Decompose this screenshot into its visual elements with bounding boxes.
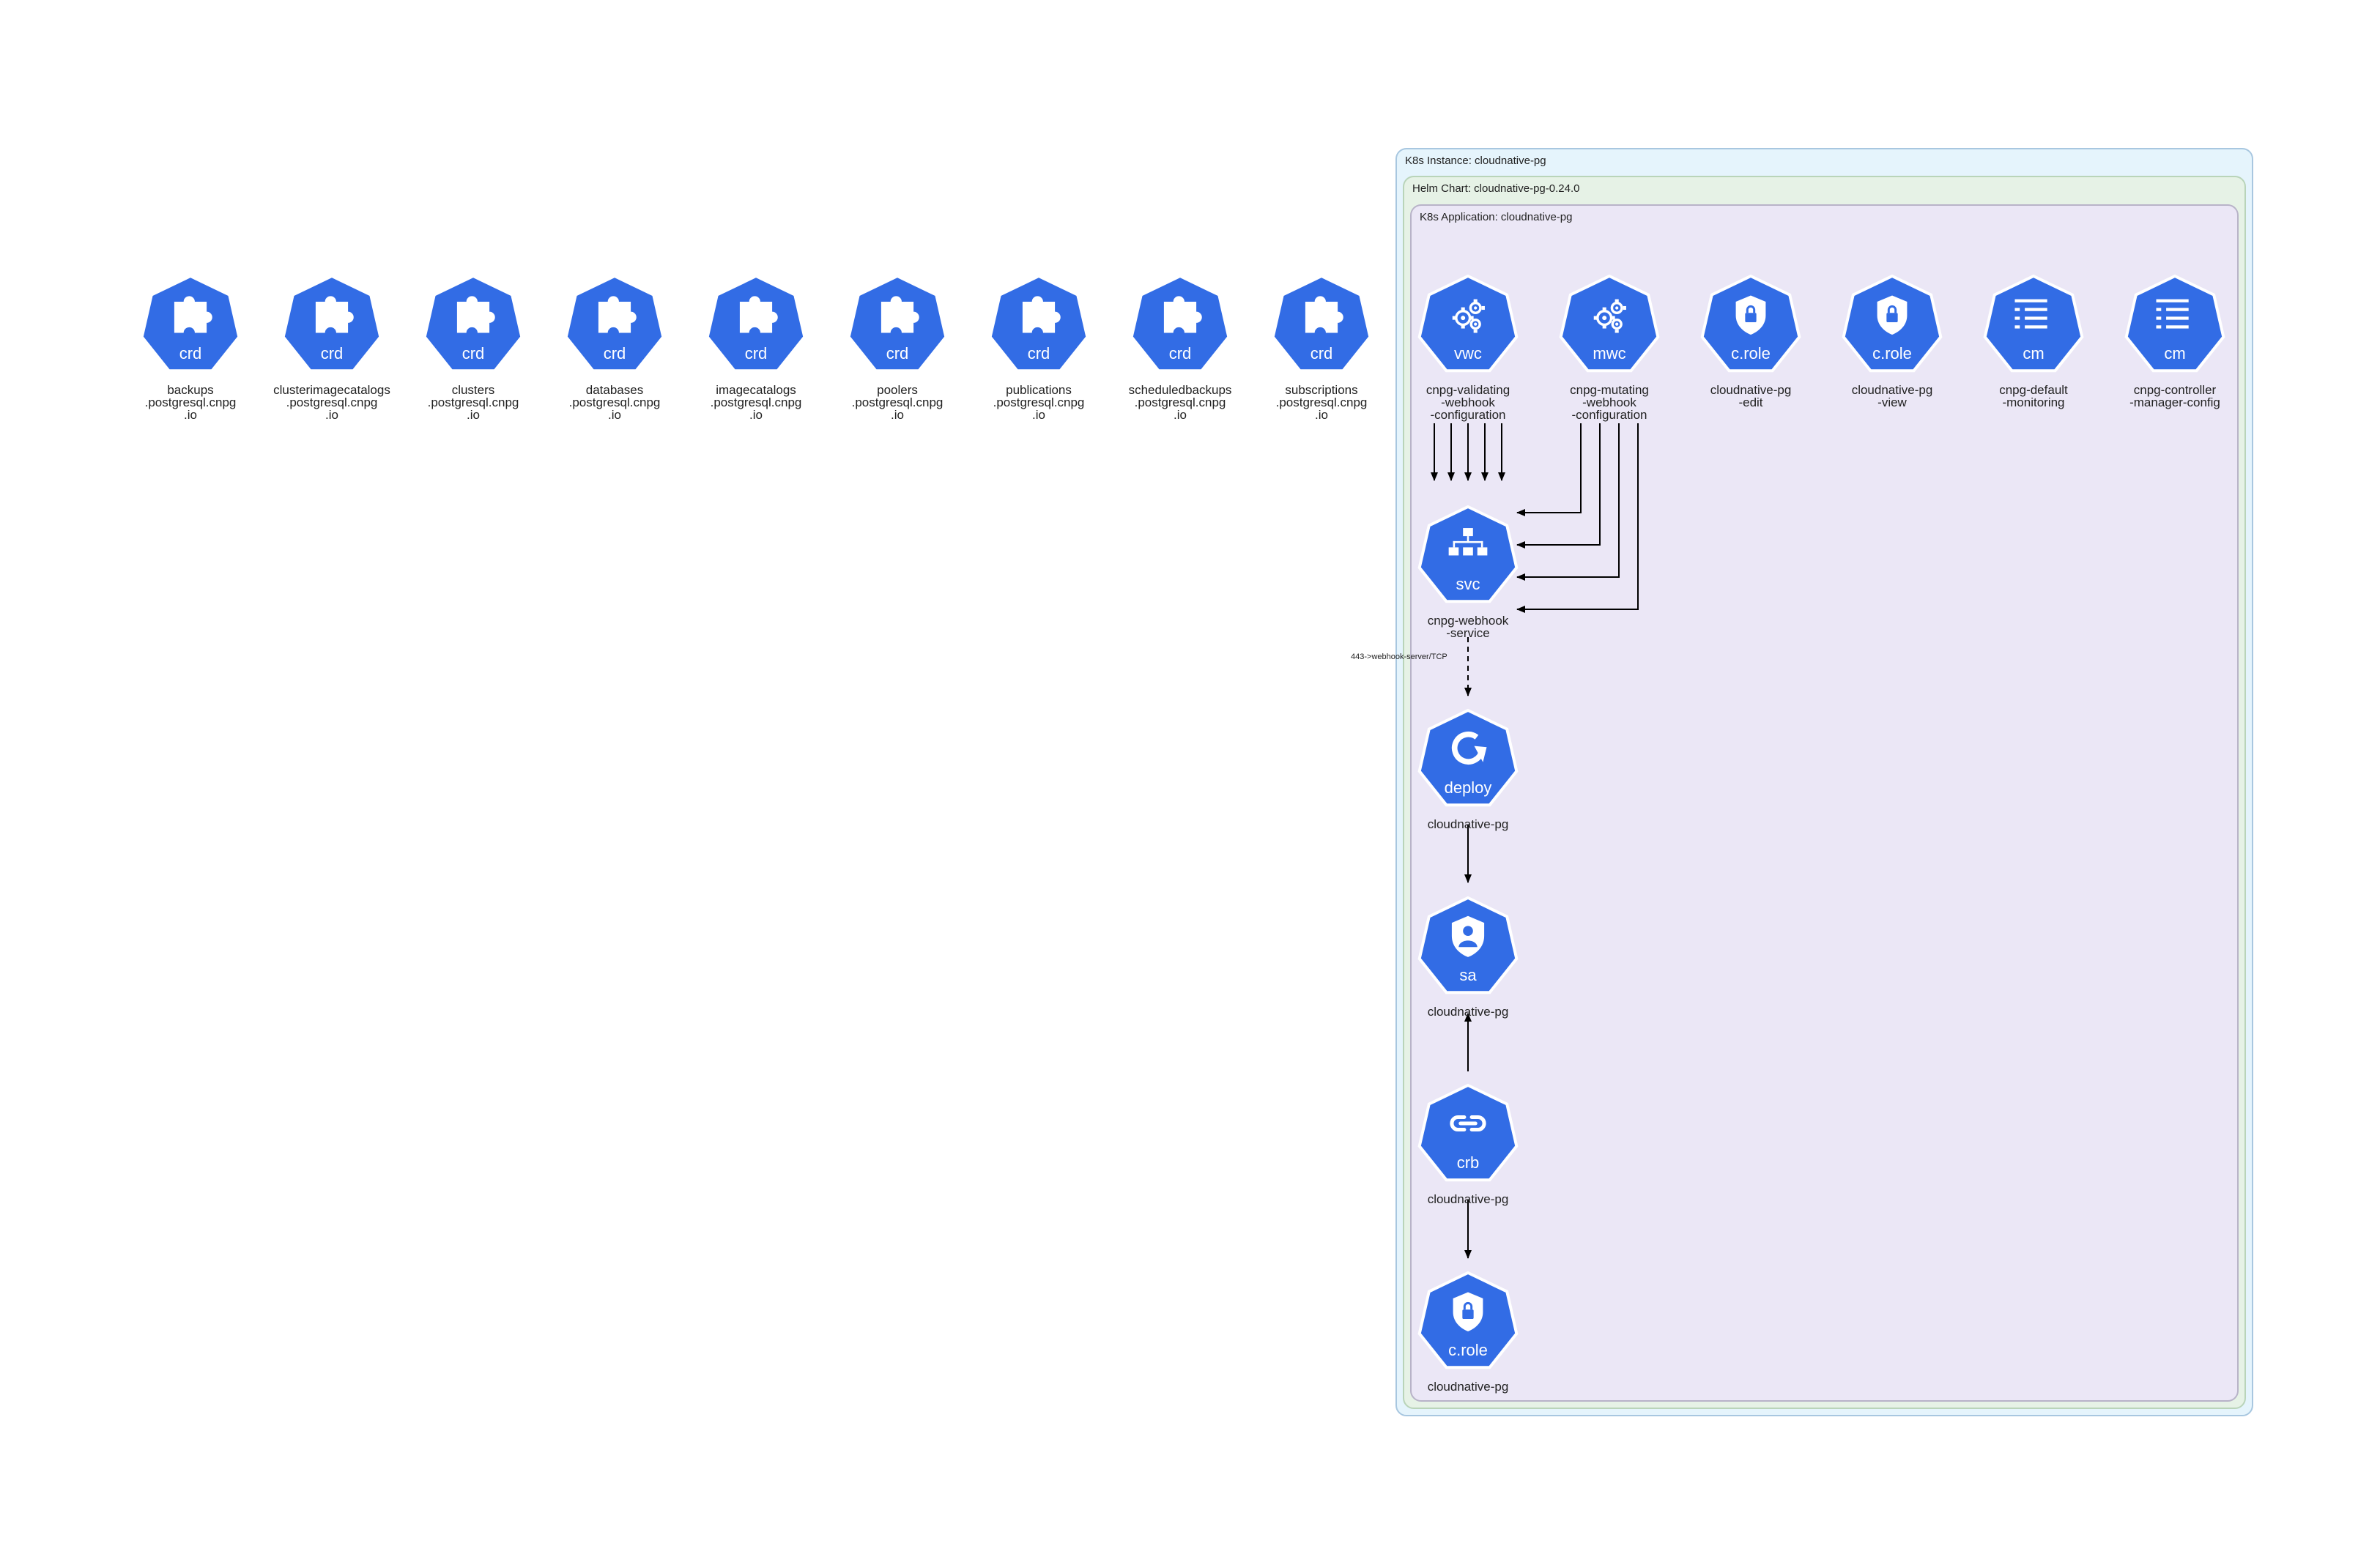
crd-node: crddatabases.postgresql.cnpg.io bbox=[564, 274, 665, 422]
configmap-monitoring-node: cmcnpg-default-monitoring bbox=[1983, 274, 2084, 409]
clusterrolebinding-node-caption-line: cloudnative-pg bbox=[1428, 1192, 1509, 1206]
crd-node-caption-line: .io bbox=[608, 408, 621, 422]
crd-node: crdclusterimagecatalogs.postgresql.cnpg.… bbox=[273, 274, 390, 422]
crd-node-caption-line: .io bbox=[891, 408, 904, 422]
crd-node-kind: crd bbox=[321, 344, 344, 363]
crd-node-caption-line: .io bbox=[325, 408, 338, 422]
crd-node-caption-line: .io bbox=[1315, 408, 1328, 422]
serviceaccount-node-caption-line: cloudnative-pg bbox=[1428, 1005, 1509, 1019]
crd-node-kind: crd bbox=[1028, 344, 1050, 363]
clusterrole-edit-node: c.rolecloudnative-pg-edit bbox=[1700, 274, 1801, 409]
crd-node-kind: crd bbox=[1169, 344, 1192, 363]
cluster-k8s-application: K8s Application: cloudnative-pg bbox=[1410, 204, 2239, 1402]
configmap-monitoring-node-kind: cm bbox=[2023, 344, 2044, 363]
cluster-k8s-application-label: K8s Application: cloudnative-pg bbox=[1420, 211, 1572, 223]
crd-node-kind: crd bbox=[1311, 344, 1333, 363]
configmap-manager-node: cmcnpg-controller-manager-config bbox=[2124, 274, 2225, 409]
crd-node-kind: crd bbox=[745, 344, 768, 363]
crd-node-kind: crd bbox=[462, 344, 485, 363]
crd-node: crdclusters.postgresql.cnpg.io bbox=[423, 274, 524, 422]
configmap-monitoring-node-caption-line: -monitoring bbox=[2002, 395, 2064, 409]
architecture-diagram: K8s Instance: cloudnative-pg Helm Chart:… bbox=[140, 148, 2253, 1416]
crd-node: crdbackups.postgresql.cnpg.io bbox=[140, 274, 241, 422]
clusterrole-node-kind: c.role bbox=[1448, 1341, 1488, 1359]
crd-node-caption-line: .io bbox=[467, 408, 480, 422]
crd-node-kind: crd bbox=[886, 344, 909, 363]
webhook-service-node: svccnpg-webhook-service bbox=[1417, 505, 1519, 640]
crd-node: crdsubscriptions.postgresql.cnpg.io bbox=[1271, 274, 1372, 422]
clusterrole-view-node: c.rolecloudnative-pg-view bbox=[1842, 274, 1943, 409]
clusterrole-view-node-caption-line: -view bbox=[1877, 395, 1907, 409]
clusterrole-edit-node-caption-line: -edit bbox=[1738, 395, 1762, 409]
mutating-webhook-node-caption-line: -configuration bbox=[1571, 408, 1647, 422]
crd-node-caption-line: .io bbox=[749, 408, 763, 422]
webhook-service-node-kind: svc bbox=[1456, 575, 1480, 593]
crd-node-kind: crd bbox=[604, 344, 626, 363]
crd-node: crdpublications.postgresql.cnpg.io bbox=[988, 274, 1089, 422]
cluster-k8s-instance-label: K8s Instance: cloudnative-pg bbox=[1405, 155, 1546, 167]
validating-webhook-node-caption-line: -configuration bbox=[1430, 408, 1505, 422]
clusterrole-edit-node-kind: c.role bbox=[1731, 344, 1771, 363]
crd-node-caption-line: .io bbox=[1174, 408, 1187, 422]
clusterrole-view-node-kind: c.role bbox=[1872, 344, 1912, 363]
crd-node-caption-line: .io bbox=[184, 408, 197, 422]
clusterrolebinding-node-kind: crb bbox=[1457, 1153, 1480, 1172]
deployment-node-caption-line: cloudnative-pg bbox=[1428, 817, 1509, 831]
configmap-manager-node-caption-line: -manager-config bbox=[2129, 395, 2220, 409]
crd-node: crdimagecatalogs.postgresql.cnpg.io bbox=[705, 274, 807, 422]
webhook-service-node-caption-line: -service bbox=[1446, 626, 1490, 640]
serviceaccount-node-kind: sa bbox=[1459, 966, 1477, 984]
validating-webhook-node-kind: vwc bbox=[1454, 344, 1482, 363]
crd-node-caption-line: .io bbox=[1032, 408, 1045, 422]
clusterrole-node-caption-line: cloudnative-pg bbox=[1428, 1380, 1509, 1394]
mutating-webhook-node-kind: mwc bbox=[1593, 344, 1625, 363]
crd-node: crdscheduledbackups.postgresql.cnpg.io bbox=[1129, 274, 1231, 422]
crd-node-kind: crd bbox=[179, 344, 202, 363]
cluster-helm-chart-label: Helm Chart: cloudnative-pg-0.24.0 bbox=[1412, 182, 1579, 195]
deployment-node-kind: deploy bbox=[1445, 778, 1492, 797]
edge-svc-to-deploy-label: 443->webhook-server/TCP bbox=[1351, 653, 1447, 661]
configmap-manager-node-kind: cm bbox=[2164, 344, 2185, 363]
crd-node: crdpoolers.postgresql.cnpg.io bbox=[847, 274, 948, 422]
